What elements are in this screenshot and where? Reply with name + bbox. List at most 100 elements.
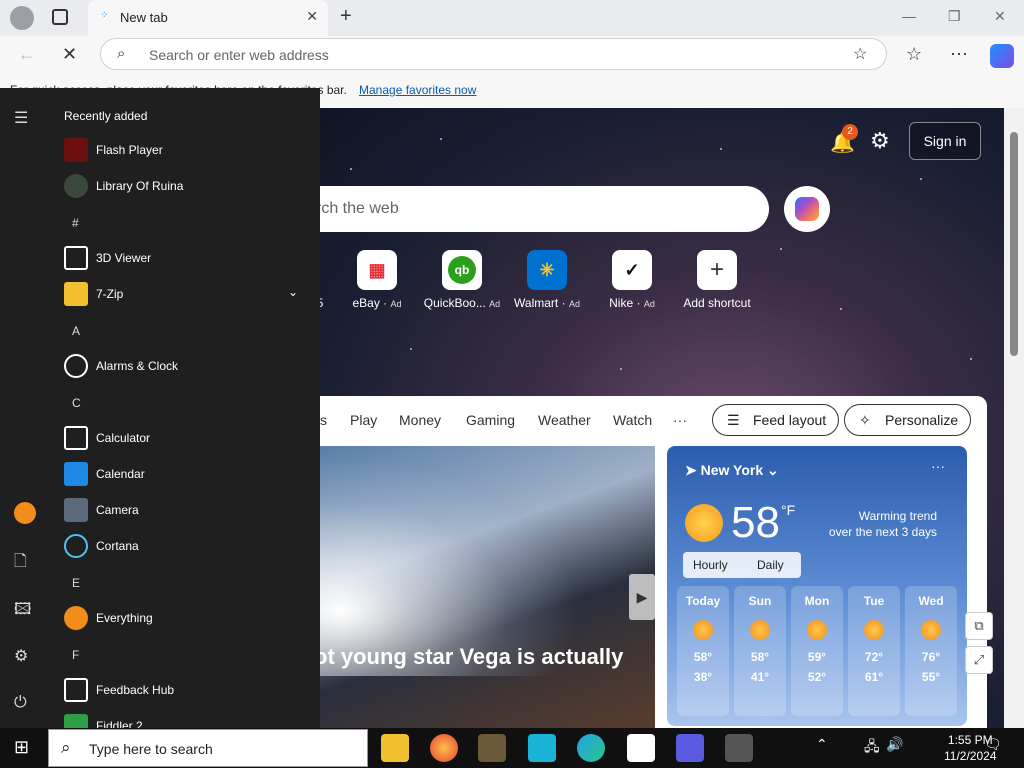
personalize-button[interactable]: ✧ Personalize [844,404,972,436]
file-explorer-icon[interactable] [381,734,409,762]
library-app-icon[interactable] [725,734,753,762]
section-header-hash[interactable]: # [72,216,79,230]
feed-tab-weather[interactable]: Weather [538,412,591,428]
minimize-icon[interactable]: — [902,8,916,24]
amazon-icon[interactable] [627,734,655,762]
volume-icon[interactable]: 🔊 [886,736,903,753]
media-app-icon[interactable] [676,734,704,762]
pictures-icon[interactable]: 🖾 [14,598,31,625]
new-tab-page: 🔔 2 ⚙ Sign in rch the web 5 ▦ eBay · Ad … [320,108,1004,728]
notification-center-icon[interactable]: 🗨 [984,736,1002,753]
forecast-day[interactable]: Mon 59° 52° [791,586,843,716]
documents-icon[interactable]: 🗋 [14,550,27,577]
feed-tab-watch[interactable]: Watch [613,412,652,428]
tab-daily[interactable]: Daily [757,558,784,572]
firefox-icon[interactable] [430,734,458,762]
close-window-icon[interactable]: ✕ [994,8,1006,25]
feed-tab-money[interactable]: Money [399,412,441,428]
edge-icon[interactable] [577,734,605,762]
tab-actions-icon[interactable] [52,9,68,25]
hero-news-card[interactable]: ot young star Vega is actually ▶ [320,446,655,728]
next-arrow-icon[interactable]: ▶ [629,574,655,620]
section-header-a[interactable]: A [72,324,80,338]
weather-card[interactable]: ➤ New York ⌄ ··· 58 °F Warming trend ove… [667,446,967,726]
navigation-bar: ← ✕ ⌕ Search or enter web address ☆ ☆ ⋯ [0,36,1024,74]
feed-more-icon[interactable]: ··· [673,412,687,428]
search-icon: ⌕ [61,738,71,757]
feed-tab-gaming[interactable]: Gaming [466,412,515,428]
app-flash-player[interactable]: Flash Player [64,136,304,164]
settings-gear-icon[interactable]: ⚙ [870,128,890,154]
hamburger-menu-icon[interactable]: ☰ [14,108,28,128]
cube-icon [64,246,88,270]
tab-new-tab[interactable]: ⁘ New tab ✕ [88,0,328,36]
section-header-c[interactable]: C [72,396,81,410]
section-header-e[interactable]: E [72,576,80,590]
show-hidden-icons-icon[interactable]: ⌃ [816,736,828,753]
weather-more-icon[interactable]: ··· [931,458,945,474]
page-scrollbar[interactable] [1004,108,1024,728]
user-avatar[interactable] [14,502,36,524]
scroll-thumb[interactable] [1010,132,1018,356]
hero-image [320,456,580,676]
section-header-f[interactable]: F [72,648,79,662]
start-menu: ☰ Recently added Flash Player Library Of… [0,88,320,728]
quickbooks-icon: qb [442,250,482,290]
restore-icon[interactable]: ❐ [948,8,961,25]
close-tab-icon[interactable]: ✕ [306,8,318,25]
quick-link-quickbooks[interactable]: qb QuickBoo... Ad [422,250,502,310]
app-library-of-ruina[interactable]: Library Of Ruina [64,172,304,200]
copilot-icon[interactable] [990,44,1014,68]
app-cortana[interactable]: Cortana [64,532,304,560]
web-search-box[interactable]: rch the web [320,186,769,232]
tab-hourly[interactable]: Hourly [693,558,728,572]
address-bar[interactable]: ⌕ Search or enter web address ☆ [100,38,887,70]
add-shortcut-tile[interactable]: + Add shortcut [677,250,757,310]
quick-link-ebay[interactable]: ▦ eBay · Ad [337,250,417,310]
app-everything[interactable]: Everything [64,604,304,632]
manage-favorites-link[interactable]: Manage favorites now [359,83,476,97]
feed-tab-partial[interactable]: s [320,412,327,428]
app-fiddler-2[interactable]: Fiddler 2 [64,712,304,728]
feed-tab-play[interactable]: Play [350,412,377,428]
feed-layout-button[interactable]: ☰ Feed layout [712,404,840,436]
open-image-icon[interactable]: ⧉ [965,612,993,640]
profile-icon[interactable] [10,6,34,30]
windows-start-icon[interactable]: ⊞ [14,737,29,758]
app-3d-viewer[interactable]: 3D Viewer [64,244,304,272]
library-of-ruina-icon [64,174,88,198]
back-icon[interactable]: ← [18,44,36,65]
weather-location[interactable]: ➤ New York ⌄ [685,462,779,479]
taskbar-search-box[interactable]: ⌕ Type here to search [48,729,368,767]
copilot-logo-icon [795,197,819,221]
favorite-star-icon[interactable]: ☆ [853,44,867,64]
sign-in-button[interactable]: Sign in [909,122,981,160]
more-icon[interactable]: ⋯ [950,44,968,65]
game-app-icon[interactable] [478,734,506,762]
app-calculator[interactable]: Calculator [64,424,304,452]
gem-app-icon[interactable] [528,734,556,762]
new-tab-icon[interactable]: + [340,5,352,28]
favorites-icon[interactable]: ☆ [906,44,922,65]
quick-link-nike[interactable]: ✓ Nike · Ad [592,250,672,310]
expand-icon[interactable]: ⤢ [965,646,993,674]
forecast-day[interactable]: Tue 72° 61° [848,586,900,716]
app-alarms-clock[interactable]: Alarms & Clock [64,352,304,380]
weather-trend[interactable]: Warming trend over the next 3 days [827,508,937,540]
clock-icon [64,354,88,378]
hero-headline[interactable]: ot young star Vega is actually [320,644,623,670]
sparkle-icon: ✧ [859,412,871,428]
forecast-day[interactable]: Today 58° 38° [677,586,729,716]
stop-loading-icon[interactable]: ✕ [62,44,77,65]
power-icon[interactable]: ⏻ [14,694,27,712]
copilot-button[interactable] [784,186,830,232]
app-feedback-hub[interactable]: Feedback Hub [64,676,304,704]
forecast-day[interactable]: Sun 58° 41° [734,586,786,716]
settings-icon[interactable]: ⚙ [14,646,28,666]
network-icon[interactable]: 🖧 [864,736,880,760]
app-7-zip[interactable]: 7-Zip ⌄ [64,280,304,308]
quick-link-walmart[interactable]: ✳ Walmart · Ad [507,250,587,310]
app-camera[interactable]: Camera [64,496,304,524]
app-calendar[interactable]: Calendar [64,460,304,488]
forecast-day[interactable]: Wed 76° 55° [905,586,957,716]
